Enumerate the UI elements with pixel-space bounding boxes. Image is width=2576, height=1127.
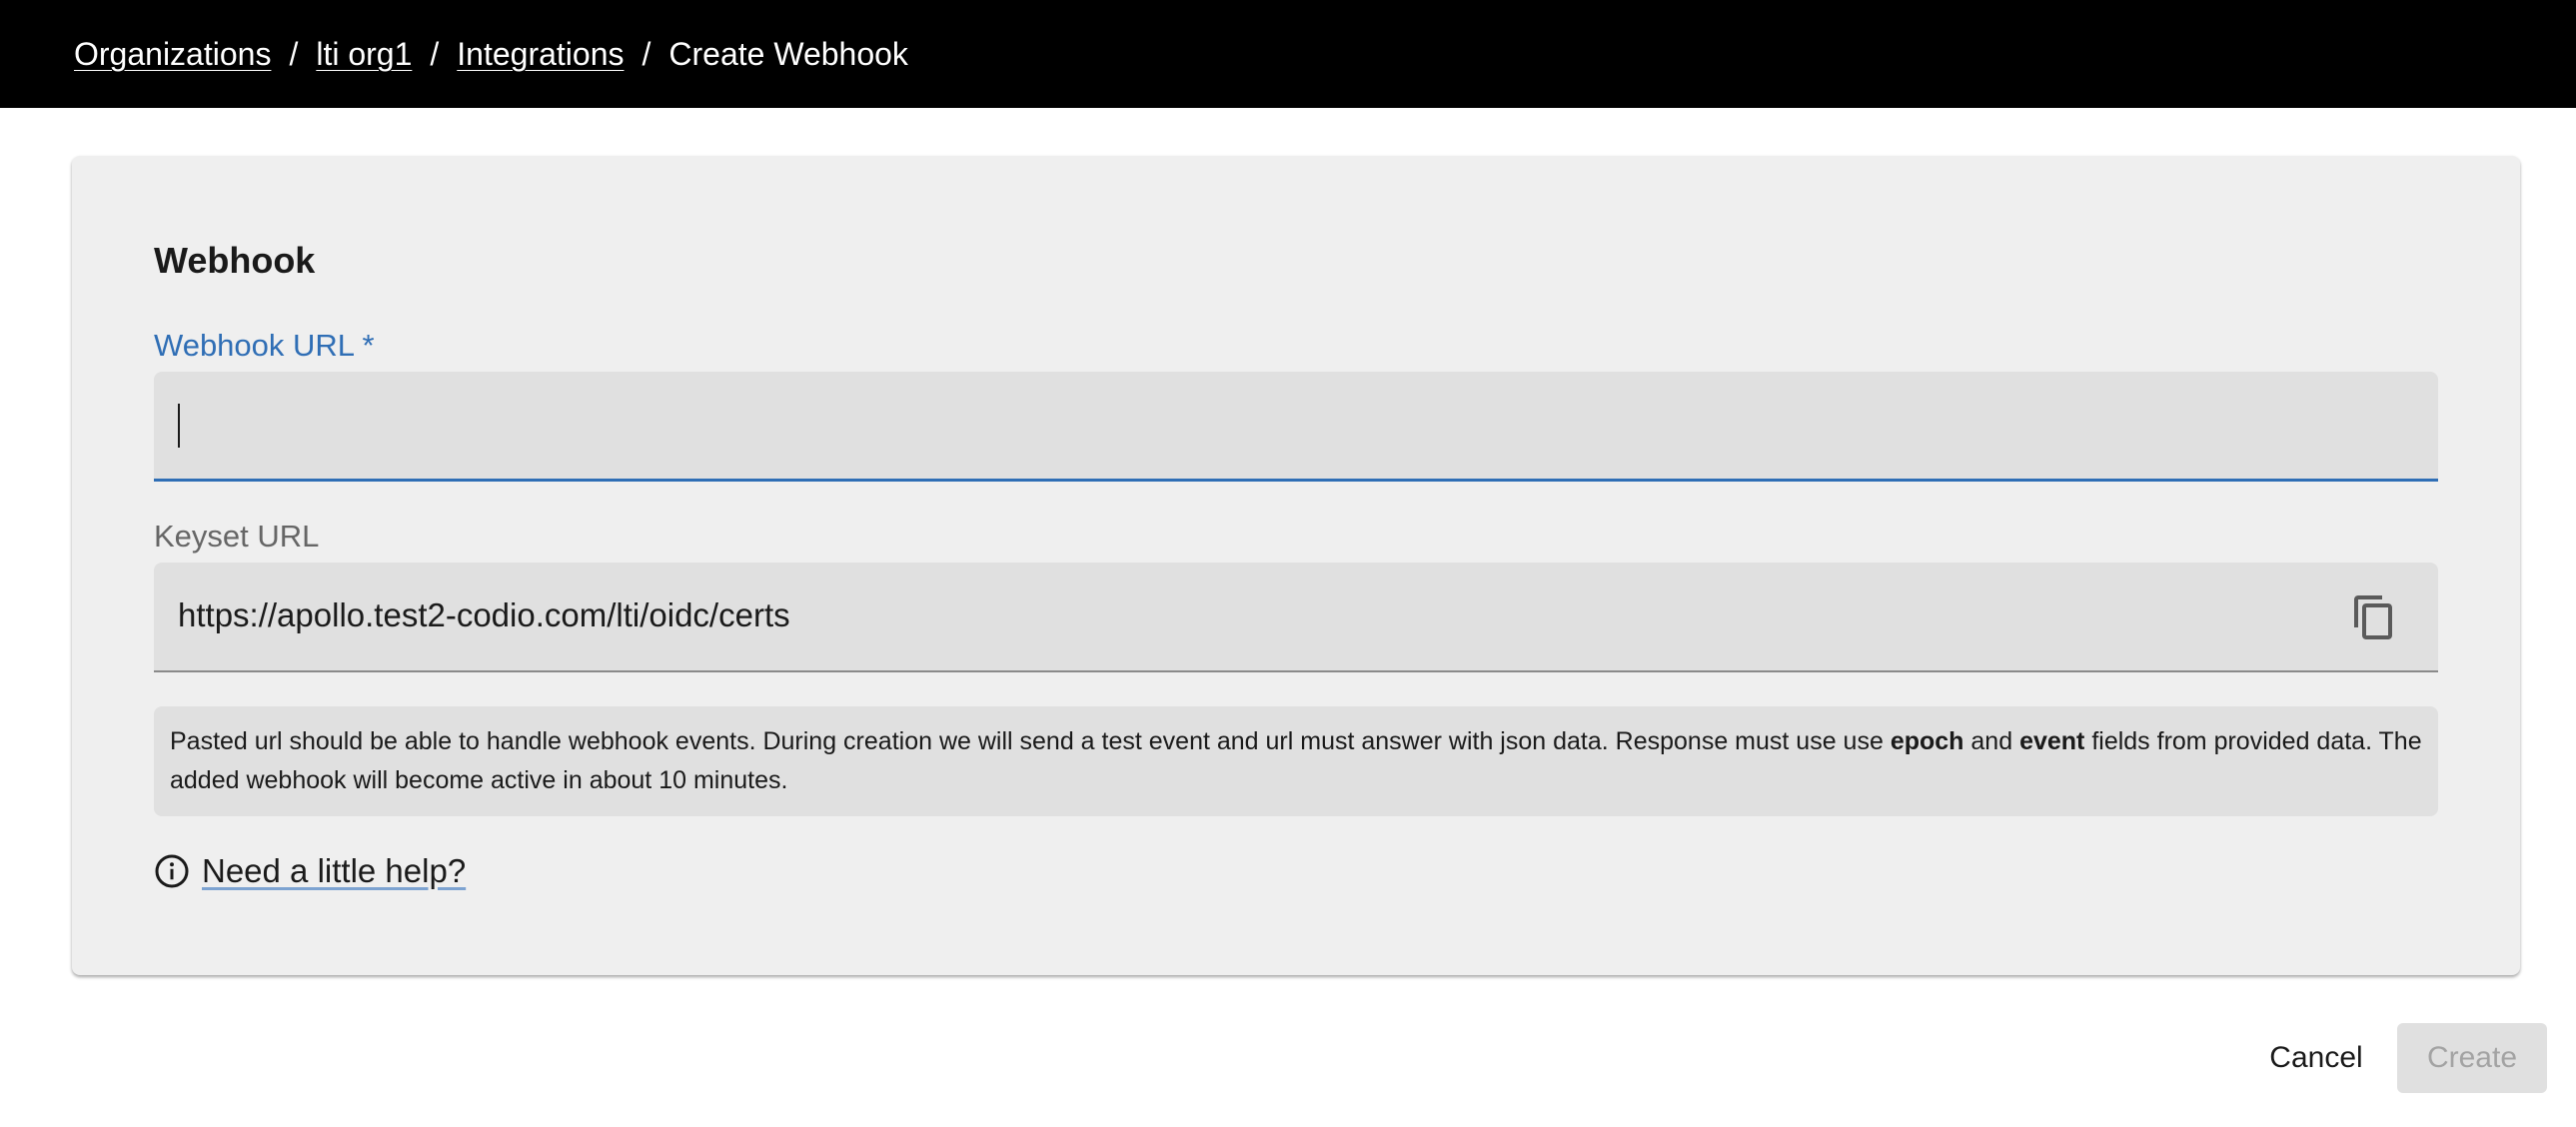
info-box: Pasted url should be able to handle webh… — [154, 706, 2438, 816]
breadcrumb-integrations[interactable]: Integrations — [457, 36, 624, 72]
create-button[interactable]: Create — [2397, 1023, 2547, 1093]
cancel-button[interactable]: Cancel — [2248, 1023, 2384, 1093]
webhook-url-input[interactable] — [154, 372, 2438, 479]
help-link[interactable]: Need a little help? — [202, 852, 466, 890]
keyset-url-field[interactable]: https://apollo.test2-codio.com/lti/oidc/… — [154, 563, 2438, 672]
breadcrumb-separator: / — [642, 35, 651, 72]
breadcrumb-separator: / — [289, 35, 299, 72]
keyset-url-value[interactable]: https://apollo.test2-codio.com/lti/oidc/… — [178, 563, 790, 668]
info-bold-epoch: epoch — [1890, 727, 1964, 755]
keyset-url-label: Keyset URL — [154, 519, 320, 554]
info-text: Pasted url should be able to handle webh… — [170, 727, 1891, 755]
copy-icon[interactable] — [2350, 592, 2398, 642]
breadcrumb-org[interactable]: lti org1 — [316, 36, 412, 72]
webhook-form-card: Webhook Webhook URL * Keyset URL https:/… — [72, 156, 2520, 975]
text-caret — [178, 404, 180, 448]
help-row: Need a little help? — [154, 849, 466, 893]
top-bar: Organizations / lti org1 / Integrations / Crea… — [0, 0, 2576, 108]
breadcrumb: Organizations / lti org1 / Integrations / Crea… — [74, 36, 908, 73]
breadcrumb-separator: / — [430, 35, 440, 72]
info-text: and — [1963, 727, 2020, 755]
info-circle-icon — [154, 853, 190, 889]
webhook-url-field[interactable] — [154, 372, 2438, 482]
section-title: Webhook — [154, 240, 316, 281]
webhook-url-label: Webhook URL * — [154, 328, 375, 363]
breadcrumb-current: Create Webhook — [668, 35, 908, 72]
breadcrumb-organizations[interactable]: Organizations — [74, 36, 271, 72]
info-bold-event: event — [2019, 727, 2085, 755]
